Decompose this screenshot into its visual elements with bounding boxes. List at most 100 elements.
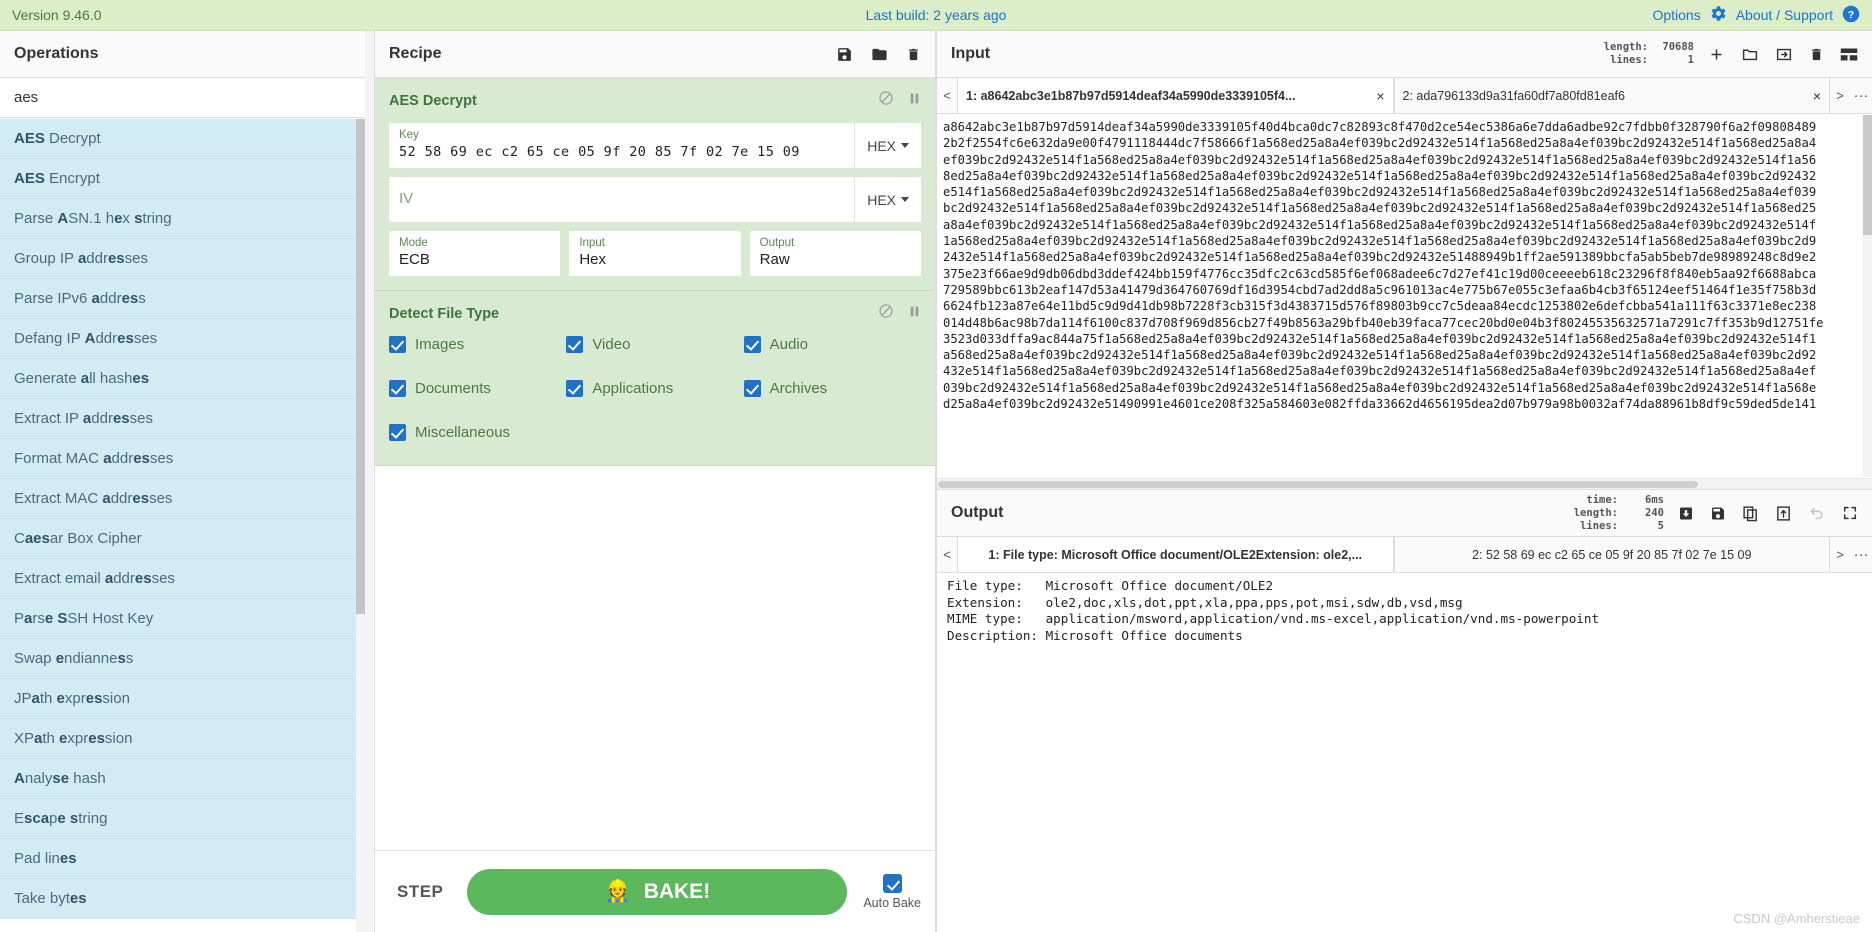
detect-file-type-checkbox[interactable]: Video — [566, 336, 743, 353]
detect-file-type-checkbox[interactable]: Documents — [389, 380, 566, 397]
output-tab-prev[interactable]: < — [937, 537, 957, 572]
input-textarea[interactable]: a8642abc3e1b87b97d5914deaf34a5990de33391… — [937, 115, 1872, 477]
output-tab-next[interactable]: > — [1830, 537, 1850, 572]
key-field-row[interactable]: Key 52 58 69 ec c2 65 ce 05 9f 20 85 7f … — [389, 123, 921, 168]
input-tab-next[interactable]: > — [1830, 78, 1850, 113]
detect-file-type-checkbox[interactable]: Applications — [566, 380, 743, 397]
checkbox-icon[interactable] — [743, 336, 761, 353]
close-icon[interactable]: × — [1368, 88, 1384, 104]
output-format-select[interactable]: Output Raw — [749, 231, 921, 276]
operation-list-item[interactable]: Defang IP Addresses — [0, 319, 365, 359]
detect-file-type-checkbox[interactable]: Archives — [743, 380, 921, 397]
add-input-tab-icon[interactable] — [1708, 46, 1725, 63]
clear-recipe-trash-icon[interactable] — [906, 46, 921, 63]
search-input[interactable] — [0, 78, 365, 118]
key-field[interactable]: Key 52 58 69 ec c2 65 ce 05 9f 20 85 7f … — [389, 123, 855, 168]
output-tab-bar[interactable]: < 1: File type: Microsoft Office documen… — [937, 537, 1872, 573]
auto-bake-toggle[interactable]: Auto Bake — [863, 873, 921, 910]
input-tab-bar[interactable]: < 1: a8642abc3e1b87b97d5914deaf34a5990de… — [937, 78, 1872, 114]
load-recipe-folder-icon[interactable] — [870, 46, 889, 63]
operation-list-item[interactable]: Format MAC addresses — [0, 439, 365, 479]
options-link[interactable]: Options — [1652, 7, 1700, 23]
key-format-value: HEX — [867, 137, 896, 154]
checkbox-icon[interactable] — [743, 380, 761, 397]
operations-scrollbar-thumb[interactable] — [356, 119, 365, 614]
operation-list-item[interactable]: Parse ASN.1 hex string — [0, 199, 365, 239]
operation-list-item[interactable]: Swap endianness — [0, 639, 365, 679]
output-tab-1[interactable]: 1: File type: Microsoft Office document/… — [957, 537, 1394, 572]
reset-layout-icon[interactable] — [1840, 47, 1858, 62]
output-tab-more-icon[interactable]: ··· — [1850, 537, 1872, 572]
auto-bake-checkbox[interactable] — [882, 873, 902, 893]
save-output-to-file-icon[interactable] — [1678, 505, 1694, 522]
checkbox-icon[interactable] — [566, 380, 584, 397]
input-scroll-thumb[interactable] — [1863, 115, 1872, 235]
operation-list-item[interactable]: JPath expression — [0, 679, 365, 719]
operation-list-item[interactable]: Parse IPv6 address — [0, 279, 365, 319]
operation-list-item[interactable]: Parse SSH Host Key — [0, 599, 365, 639]
operations-list[interactable]: AES Decrypt AES Encrypt Parse ASN.1 hex st… — [0, 119, 365, 932]
key-value[interactable]: 52 58 69 ec c2 65 ce 05 9f 20 85 7f 02 7… — [399, 142, 844, 162]
detect-file-type-checkbox[interactable]: Images — [389, 336, 566, 353]
breakpoint-pause-icon[interactable] — [908, 91, 921, 111]
operation-list-item[interactable]: AES Decrypt — [0, 119, 365, 159]
recipe-op-aes-decrypt[interactable]: AES Decrypt Key 52 58 69 ec c2 65 ce 05 … — [375, 78, 935, 291]
detect-file-type-checkbox[interactable]: Audio — [743, 336, 921, 353]
operation-list-item[interactable]: XPath expression — [0, 719, 365, 759]
disable-icon[interactable] — [878, 90, 894, 111]
operation-list-item[interactable]: Take bytes — [0, 879, 365, 919]
input-tab-1[interactable]: 1: a8642abc3e1b87b97d5914deaf34a5990de33… — [957, 78, 1394, 113]
iv-field-row[interactable]: IV HEX — [389, 177, 921, 222]
operations-scrollbar-track[interactable] — [356, 119, 365, 932]
replace-input-with-output-icon[interactable] — [1775, 505, 1792, 522]
close-icon[interactable]: × — [1805, 88, 1821, 104]
maximise-output-icon[interactable] — [1842, 505, 1858, 521]
gear-icon[interactable] — [1710, 5, 1727, 25]
checkbox-icon[interactable] — [566, 336, 584, 353]
save-icon[interactable] — [1710, 505, 1726, 522]
detect-file-type-checkbox[interactable]: Miscellaneous — [389, 424, 566, 441]
iv-field[interactable]: IV — [389, 177, 855, 222]
detect-file-type-checkbox-grid[interactable]: Images Video Audio Documents Applications Arc… — [389, 336, 921, 441]
operation-list-item[interactable]: Extract IP addresses — [0, 399, 365, 439]
recipe-op-detect-file-type[interactable]: Detect File Type Images Video Audio Documen… — [375, 291, 935, 466]
input-tab-prev[interactable]: < — [937, 78, 957, 113]
operation-list-item[interactable]: Generate all hashes — [0, 359, 365, 399]
output-tab-2[interactable]: 2: 52 58 69 ec c2 65 ce 05 9f 20 85 7f 0… — [1393, 537, 1830, 572]
disable-icon[interactable] — [878, 303, 894, 324]
help-circle-icon[interactable]: ? — [1842, 5, 1860, 26]
save-recipe-icon[interactable] — [836, 46, 853, 63]
operation-list-item[interactable]: Caesar Box Cipher — [0, 519, 365, 559]
input-hscroll-thumb[interactable] — [938, 481, 1698, 488]
breakpoint-pause-icon[interactable] — [908, 304, 921, 324]
open-folder-icon[interactable] — [1741, 46, 1759, 63]
input-horizontal-scrollbar[interactable] — [937, 478, 1872, 489]
open-file-as-input-icon[interactable] — [1775, 46, 1793, 63]
operation-list-item[interactable]: AES Encrypt — [0, 159, 365, 199]
operations-recipe-splitter[interactable] — [365, 31, 374, 932]
operation-list-item[interactable]: Pad lines — [0, 839, 365, 879]
operation-list-item[interactable]: Extract email addresses — [0, 559, 365, 599]
checkbox-icon[interactable] — [389, 336, 406, 353]
bake-button[interactable]: 👷 BAKE! — [467, 868, 848, 915]
key-format-dropdown[interactable]: HEX — [854, 123, 921, 168]
iv-format-dropdown[interactable]: HEX — [854, 177, 921, 222]
mode-select[interactable]: Mode ECB — [389, 231, 561, 276]
undo-icon[interactable] — [1808, 505, 1826, 522]
input-tab-2[interactable]: 2: ada796133d9a31fa60df7a80fd81eaf6 × — [1393, 78, 1830, 113]
input-vertical-scrollbar[interactable] — [1863, 115, 1872, 477]
operation-list-item[interactable]: Group IP addresses — [0, 239, 365, 279]
operation-list-item[interactable]: Escape string — [0, 799, 365, 839]
clear-io-trash-icon[interactable] — [1809, 46, 1824, 63]
operation-list-item[interactable]: Extract MAC addresses — [0, 479, 365, 519]
checkbox-icon[interactable] — [389, 424, 406, 441]
about-support-link[interactable]: About / Support — [1736, 7, 1833, 23]
input-tab-more-icon[interactable]: ··· — [1850, 78, 1872, 113]
input-format-select[interactable]: Input Hex — [569, 231, 741, 276]
checkbox-icon[interactable] — [389, 380, 406, 397]
recipe-operations-list[interactable]: AES Decrypt Key 52 58 69 ec c2 65 ce 05 … — [375, 78, 935, 850]
step-button[interactable]: STEP — [389, 876, 451, 908]
operation-list-item[interactable]: Analyse hash — [0, 759, 365, 799]
copy-output-icon[interactable] — [1742, 505, 1759, 522]
chef-icon: 👷 — [604, 880, 631, 903]
